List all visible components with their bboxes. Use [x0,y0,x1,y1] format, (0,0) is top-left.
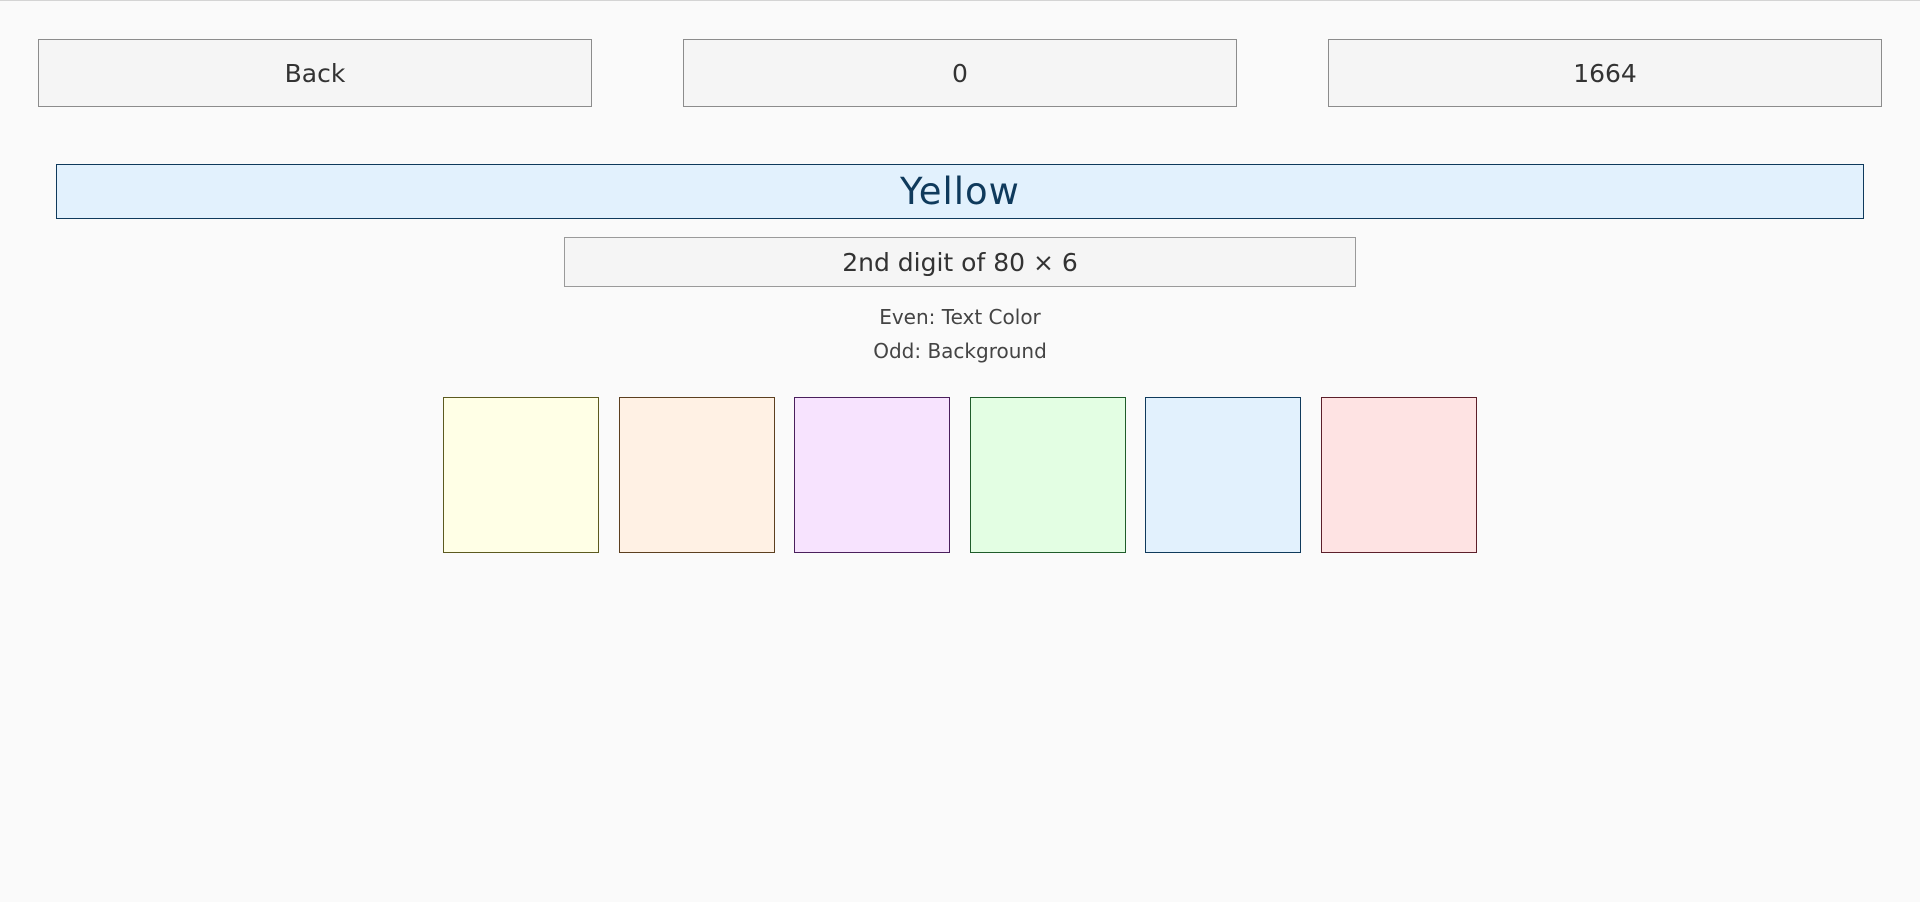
swatch-yellow[interactable] [443,397,599,553]
swatch-green[interactable] [969,397,1126,553]
math-question: 2nd digit of 80 × 6 [564,237,1356,287]
timer-display: 1664 [1328,39,1882,107]
score-display: 0 [683,39,1237,107]
even-rule-text: Even: Text Color [879,305,1041,329]
swatch-blue[interactable] [1145,397,1302,553]
swatch-orange[interactable] [618,397,775,553]
color-word-prompt: Yellow [56,164,1864,219]
top-divider [0,0,1920,1]
top-bar: Back 0 1664 [38,39,1882,109]
back-button[interactable]: Back [38,39,592,107]
swatch-red[interactable] [1320,397,1477,553]
swatch-purple[interactable] [794,397,951,553]
odd-rule-text: Odd: Background [873,339,1047,363]
color-swatch-grid [443,397,1477,553]
